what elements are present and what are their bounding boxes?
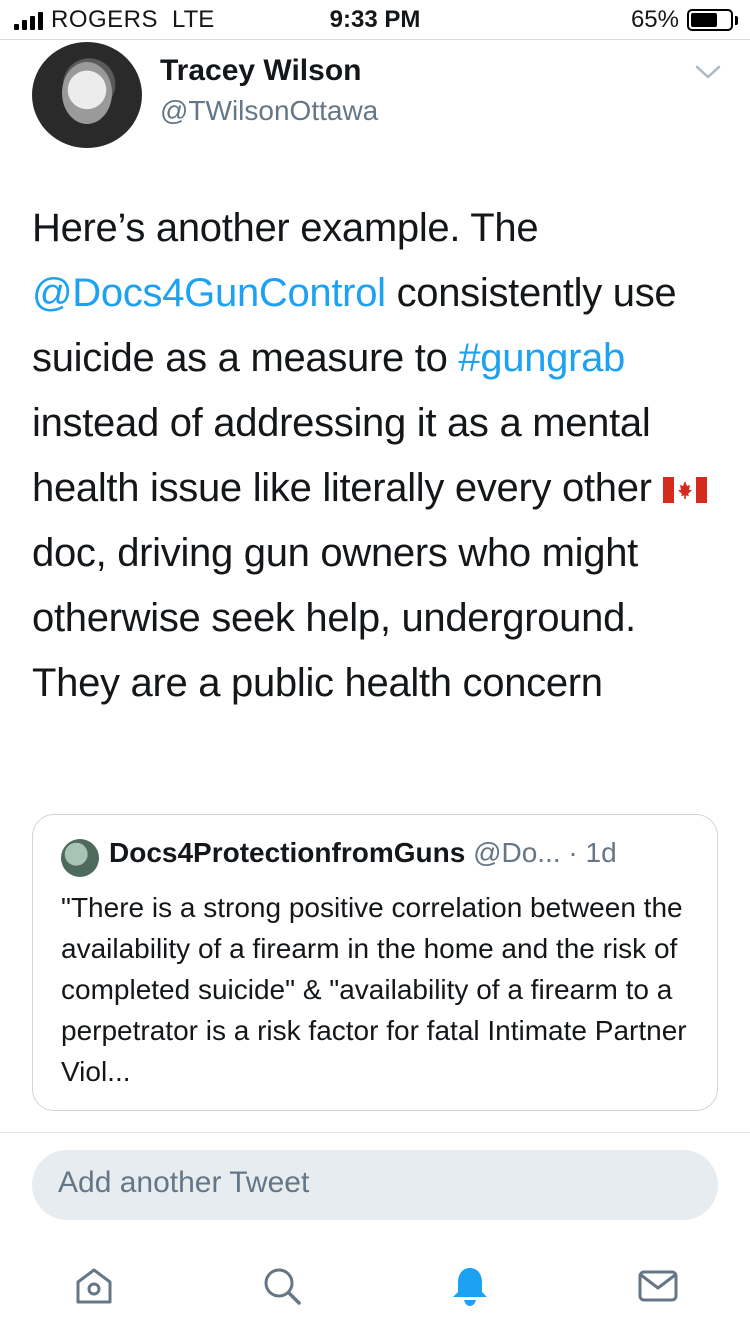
chevron-down-icon[interactable]: [694, 62, 722, 82]
tweet-text-part-1: Here’s another example. The: [32, 206, 539, 250]
status-bar: ROGERS LTE 9:33 PM 65%: [0, 0, 750, 40]
tab-messages[interactable]: [634, 1262, 682, 1310]
quoted-author-avatar: [61, 839, 99, 877]
author-avatar[interactable]: [32, 42, 142, 148]
hashtag-link[interactable]: #gungrab: [458, 336, 625, 380]
tab-notifications[interactable]: [446, 1262, 494, 1310]
battery-percent: 65%: [630, 6, 679, 33]
status-right: 65%: [631, 6, 738, 34]
author-handle[interactable]: @TWilsonOttawa: [160, 95, 378, 127]
tweet-text: Here’s another example. The @Docs4GunCon…: [32, 196, 732, 716]
home-icon: [76, 1268, 112, 1304]
tab-home[interactable]: [70, 1262, 118, 1310]
canada-flag-icon: [662, 477, 707, 503]
author-name[interactable]: Tracey Wilson: [160, 54, 361, 88]
notifications-icon: [453, 1268, 487, 1306]
battery-icon: [687, 9, 733, 31]
quoted-tweet-time: · 1d: [568, 837, 617, 868]
quoted-tweet-header: Docs4ProtectionfromGuns @Do... · 1d: [109, 837, 617, 869]
tweet-text-part-4: doc, driving gun owners who might otherw…: [32, 531, 638, 705]
tweet-text-part-3: instead of addressing it as a mental hea…: [32, 401, 663, 510]
quoted-author-name: Docs4ProtectionfromGuns: [109, 837, 466, 868]
battery-tip: [735, 15, 738, 25]
search-icon: [264, 1268, 301, 1305]
add-tweet-input[interactable]: Add another Tweet: [32, 1150, 718, 1220]
quoted-tweet[interactable]: Docs4ProtectionfromGuns @Do... · 1d "The…: [32, 814, 718, 1111]
divider: [0, 1132, 750, 1133]
tab-search[interactable]: [258, 1262, 306, 1310]
mention-link[interactable]: @Docs4GunControl: [32, 271, 386, 315]
quoted-author-handle: @Do...: [473, 837, 561, 868]
messages-icon: [638, 1270, 678, 1302]
quoted-tweet-text: "There is a strong positive correlation …: [61, 892, 687, 1087]
